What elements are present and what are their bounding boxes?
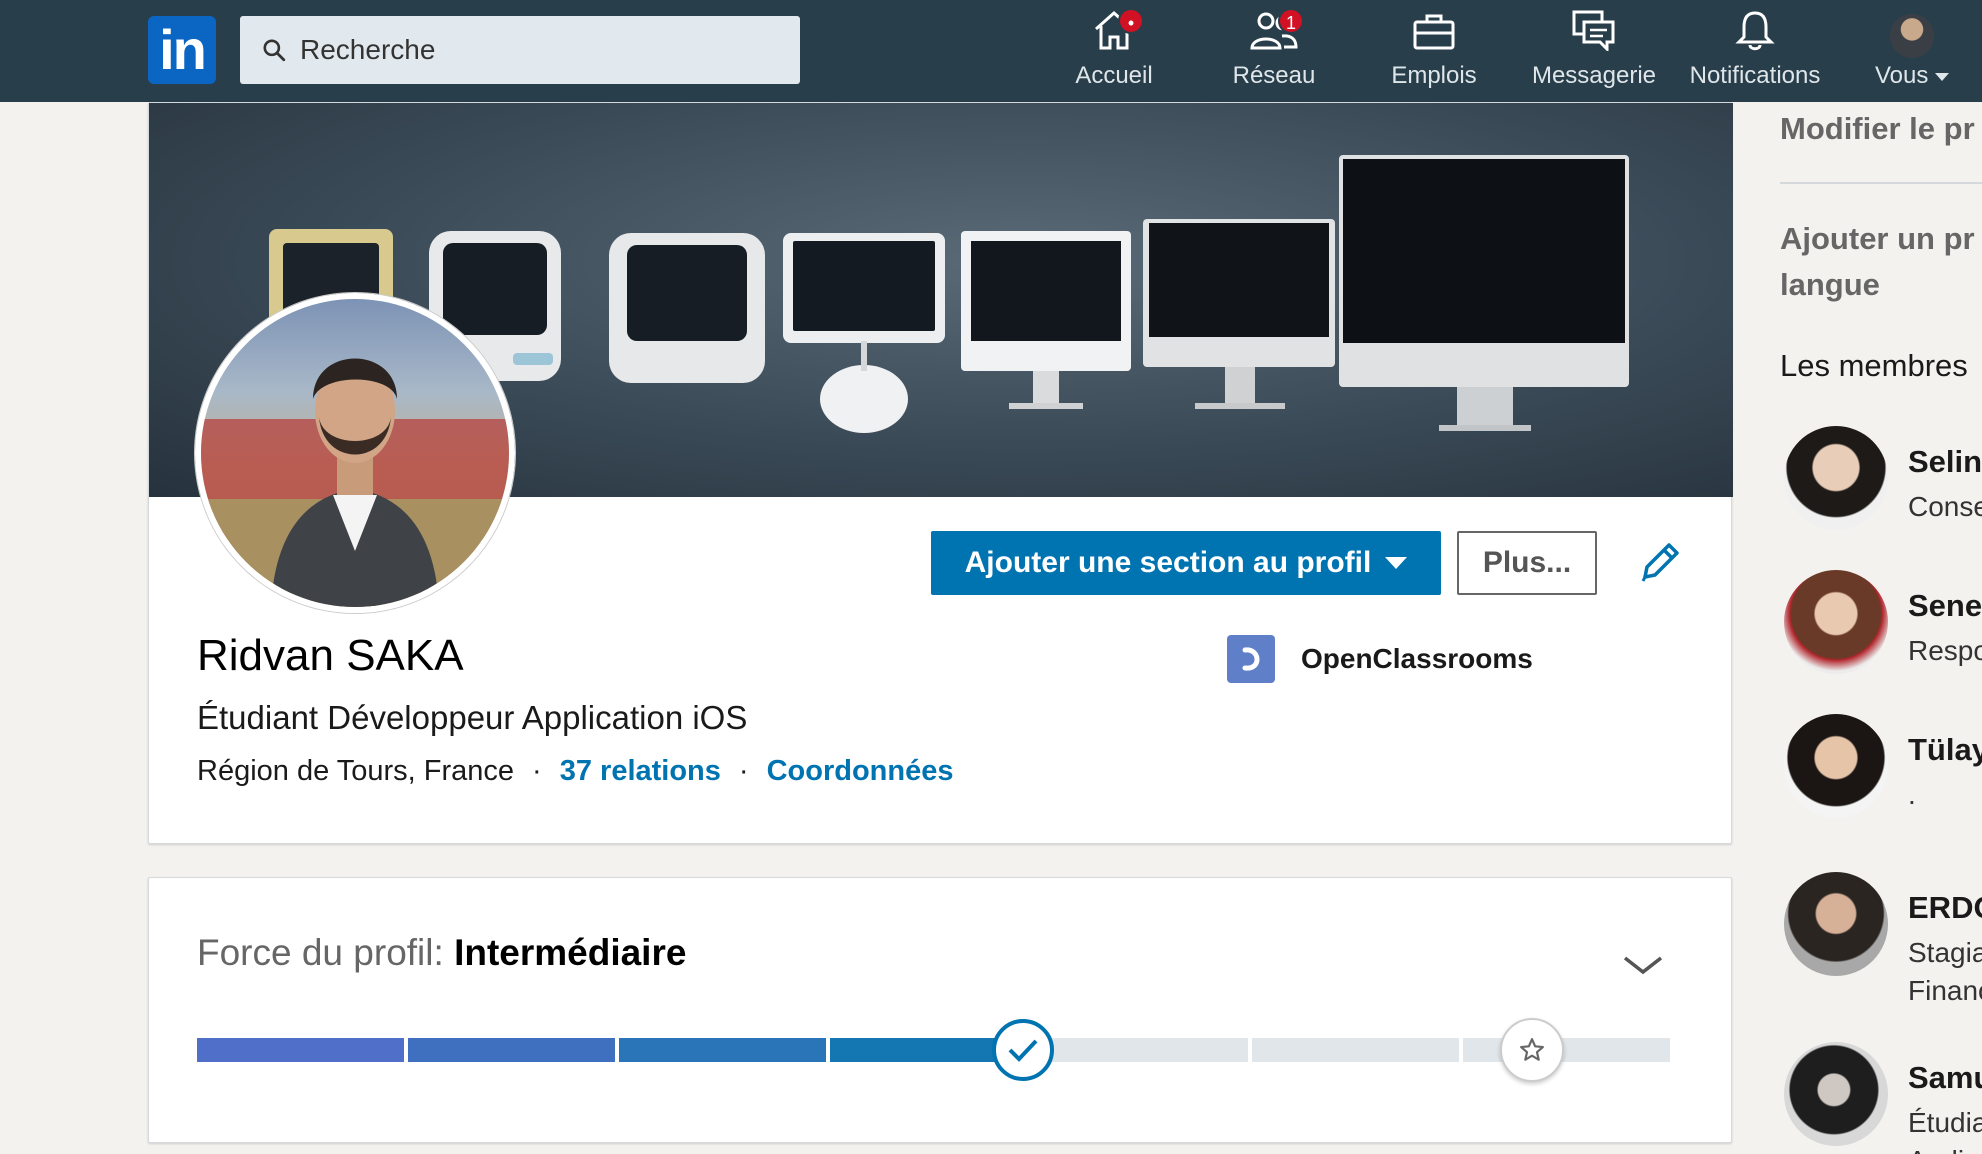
- caret-down-icon: [1385, 557, 1408, 569]
- member-item[interactable]: Sene Respo: [1780, 570, 1982, 680]
- member-name: Tülay: [1908, 732, 1982, 767]
- member-name: Selin: [1908, 444, 1982, 479]
- more-button[interactable]: Plus...: [1457, 531, 1597, 595]
- member-avatar: [1784, 714, 1888, 818]
- member-avatar: [1784, 570, 1888, 674]
- member-name: Samu: [1908, 1060, 1982, 1095]
- strength-segment: [1252, 1038, 1459, 1062]
- checkmark-icon: [992, 1019, 1054, 1081]
- profile-location: Région de Tours, France: [197, 755, 515, 787]
- connections-link[interactable]: 37 relations: [560, 755, 721, 788]
- nav-item-messaging[interactable]: Messagerie: [1524, 9, 1664, 92]
- top-navigation-bar: in • Accueil 1 Réseau Emplois: [0, 0, 1982, 102]
- nav-label: Messagerie: [1531, 62, 1657, 89]
- nav-label: Notifications: [1689, 62, 1821, 89]
- nav-item-jobs[interactable]: Emplois: [1360, 12, 1508, 92]
- right-rail: Modifier le pr Ajouter un pr langue Les …: [1780, 102, 1982, 1154]
- notification-badge: 1: [1278, 8, 1304, 34]
- member-avatar: [1784, 1042, 1888, 1146]
- nav-label: Accueil: [1075, 62, 1153, 89]
- briefcase-icon: [1412, 11, 1456, 58]
- strength-segment: [619, 1038, 826, 1062]
- nav-item-network[interactable]: 1 Réseau: [1200, 8, 1348, 92]
- search-input[interactable]: [300, 34, 780, 66]
- add-section-label: Ajouter une section au profil: [964, 546, 1372, 579]
- chevron-down-icon[interactable]: [1621, 952, 1665, 980]
- strength-segment: [197, 1038, 404, 1062]
- avatar: [1890, 14, 1934, 58]
- linkedin-logo[interactable]: in: [148, 16, 216, 84]
- nav-label: Vous: [1862, 62, 1962, 90]
- nav-label: Emplois: [1391, 62, 1477, 89]
- member-role: .: [1908, 779, 1916, 810]
- member-role: StagiaFinanc: [1908, 937, 1982, 1006]
- meta-separator: ·: [738, 755, 749, 787]
- edit-profile-link[interactable]: Modifier le pr: [1780, 106, 1975, 152]
- profile-photo[interactable]: [195, 293, 515, 613]
- member-name: Sene: [1908, 588, 1982, 623]
- divider: [1780, 182, 1982, 184]
- notification-badge: •: [1118, 8, 1144, 34]
- pencil-icon[interactable]: [1635, 539, 1683, 587]
- member-avatar: [1784, 426, 1888, 530]
- profile-card: Ajouter une section au profil Plus... Ri…: [148, 102, 1733, 844]
- profile-name: Ridvan SAKA: [197, 631, 464, 680]
- member-role: Respo: [1908, 635, 1982, 666]
- meta-separator: ·: [532, 755, 542, 787]
- bell-icon: [1735, 9, 1775, 58]
- strength-segment: [408, 1038, 615, 1062]
- messaging-icon: [1571, 9, 1617, 58]
- profile-meta: Région de Tours, France · 37 relations ·…: [197, 755, 953, 788]
- chevron-down-icon: [1935, 72, 1950, 81]
- school-logo[interactable]: [1227, 635, 1275, 683]
- member-role: ÉtudiaAudio: [1908, 1107, 1982, 1154]
- strength-segment: [1463, 1038, 1670, 1062]
- nav-label: Réseau: [1232, 62, 1316, 89]
- member-item[interactable]: Selin Conse: [1780, 426, 1982, 536]
- member-item[interactable]: Samu ÉtudiaAudio: [1780, 1042, 1982, 1154]
- nav-item-me[interactable]: Vous: [1862, 12, 1962, 92]
- strength-level: Intermédiaire: [454, 932, 687, 973]
- member-role: Conse: [1908, 491, 1982, 522]
- strength-title: Force du profil: Intermédiaire: [197, 932, 687, 973]
- nav-item-home[interactable]: • Accueil: [1040, 8, 1188, 92]
- star-icon[interactable]: [1500, 1018, 1564, 1082]
- members-section-title: Les membres: [1780, 348, 1968, 383]
- member-item[interactable]: ERDO StagiaFinanc: [1780, 872, 1982, 1006]
- search-box[interactable]: [240, 16, 800, 84]
- profile-strength-card: Force du profil: Intermédiaire: [148, 877, 1732, 1143]
- search-icon: [254, 30, 294, 70]
- nav-item-notifications[interactable]: Notifications: [1680, 9, 1830, 92]
- add-language-line: Ajouter un pr: [1780, 221, 1975, 256]
- contact-info-link[interactable]: Coordonnées: [767, 755, 954, 788]
- school-name[interactable]: OpenClassrooms: [1301, 643, 1533, 675]
- member-name: ERDO: [1908, 890, 1982, 925]
- strength-segment: [1041, 1038, 1248, 1062]
- profile-headline: Étudiant Développeur Application iOS: [197, 699, 748, 736]
- add-language-line: langue: [1780, 267, 1880, 302]
- member-item[interactable]: Tülay .: [1780, 714, 1982, 824]
- member-avatar: [1784, 872, 1888, 976]
- add-language-link[interactable]: Ajouter un pr langue: [1780, 216, 1975, 308]
- add-section-button[interactable]: Ajouter une section au profil: [931, 531, 1441, 595]
